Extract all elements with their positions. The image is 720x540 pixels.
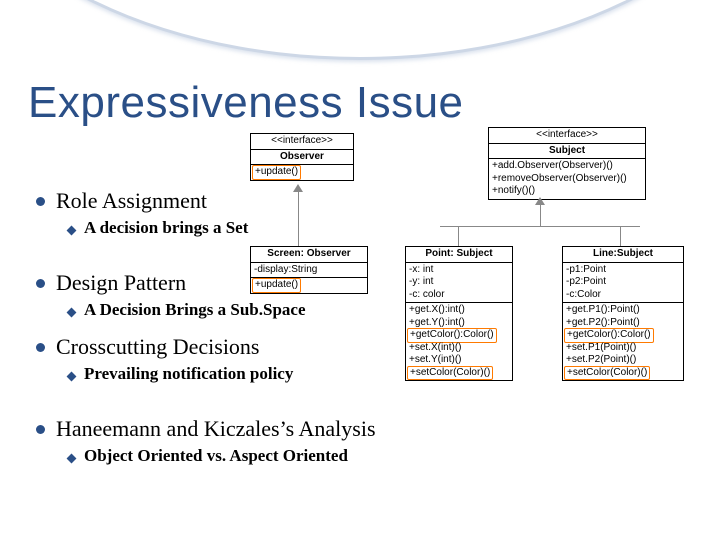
uml-connector (458, 226, 459, 246)
uml-operation: +get.P1():Point() (566, 304, 680, 317)
uml-point-class: Point: Subject -x: int -y: int -c: color… (405, 246, 513, 381)
highlight: +update() (252, 278, 301, 293)
uml-line-class: Line:Subject -p1:Point -p2:Point -c:Colo… (562, 246, 684, 381)
highlight: +getColor():Color() (407, 328, 497, 343)
uml-operations: +get.P1():Point() +get.P2():Point() +get… (563, 303, 684, 381)
uml-attribute: -c:Color (566, 289, 680, 302)
uml-observer-interface: <<interface>> Observer +update() (250, 133, 354, 181)
uml-class-name: Screen: Observer (251, 247, 368, 263)
uml-attribute: -x: int (409, 264, 509, 277)
uml-operation: +setColor(Color)() (409, 367, 509, 380)
sub-bullet: A decision brings a Set (56, 218, 692, 238)
decorative-arc (0, 0, 720, 60)
sub-bullet: Object Oriented vs. Aspect Oriented (56, 446, 692, 466)
uml-attributes: -x: int -y: int -c: color (406, 262, 513, 303)
bullet-label: Role Assignment (56, 188, 207, 213)
uml-connector (540, 204, 541, 226)
uml-operation: +set.P1(Point)() (566, 342, 680, 355)
slide: Expressiveness Issue Role Assignment A d… (0, 0, 720, 540)
uml-attribute: -p1:Point (566, 264, 680, 277)
uml-connector (620, 226, 621, 246)
uml-operation: +update() (251, 165, 354, 181)
uml-operation: +notify()() (492, 185, 642, 198)
highlight: +setColor(Color)() (564, 366, 650, 381)
uml-attribute: -p2:Point (566, 276, 680, 289)
uml-arrowhead-icon (293, 184, 303, 192)
sub-bullet-label: Object Oriented vs. Aspect Oriented (84, 446, 348, 465)
highlight: +setColor(Color)() (407, 366, 493, 381)
uml-connector (440, 226, 640, 227)
slide-title: Expressiveness Issue (28, 78, 464, 128)
bullet-label: Design Pattern (56, 270, 186, 295)
uml-arrowhead-icon (535, 197, 545, 205)
uml-stereotype: <<interface>> (489, 128, 646, 144)
uml-stereotype: <<interface>> (251, 134, 354, 150)
uml-class-name: Line:Subject (563, 247, 684, 263)
uml-class-name: Subject (489, 143, 646, 159)
uml-operation: +set.Y(int)() (409, 354, 509, 367)
sub-bullet-label: A Decision Brings a Sub.Space (84, 300, 306, 319)
uml-operations: +add.Observer(Observer)() +removeObserve… (489, 159, 646, 200)
bullet-label: Haneemann and Kiczales’s Analysis (56, 416, 376, 441)
uml-operation: +setColor(Color)() (566, 367, 680, 380)
uml-operation: +getColor():Color() (566, 329, 680, 342)
uml-attribute: -display:String (251, 262, 368, 278)
uml-attribute: -y: int (409, 276, 509, 289)
uml-class-name: Point: Subject (406, 247, 513, 263)
uml-subject-interface: <<interface>> Subject +add.Observer(Obse… (488, 127, 646, 200)
sub-bullet-label: A decision brings a Set (84, 218, 248, 237)
uml-operations: +get.X():int() +get.Y():int() +getColor(… (406, 303, 513, 381)
uml-screen-class: Screen: Observer -display:String +update… (250, 246, 368, 294)
uml-class-name: Observer (251, 149, 354, 165)
uml-operation: +set.P2(Point)() (566, 354, 680, 367)
uml-operation: +getColor():Color() (409, 329, 509, 342)
uml-operation: +get.X():int() (409, 304, 509, 317)
highlight: +getColor():Color() (564, 328, 654, 343)
uml-operation: +add.Observer(Observer)() (492, 160, 642, 173)
bullet-haneemann: Haneemann and Kiczales’s Analysis Object… (32, 416, 692, 466)
sub-bullet-label: Prevailing notification policy (84, 364, 293, 383)
uml-operation: +update() (251, 278, 368, 294)
uml-attributes: -p1:Point -p2:Point -c:Color (563, 262, 684, 303)
uml-operation: +removeObserver(Observer)() (492, 173, 642, 186)
highlight: +update() (252, 165, 301, 180)
bullet-label: Crosscutting Decisions (56, 334, 260, 359)
uml-operation: +set.X(int)() (409, 342, 509, 355)
uml-connector (298, 190, 299, 246)
uml-attribute: -c: color (409, 289, 509, 302)
